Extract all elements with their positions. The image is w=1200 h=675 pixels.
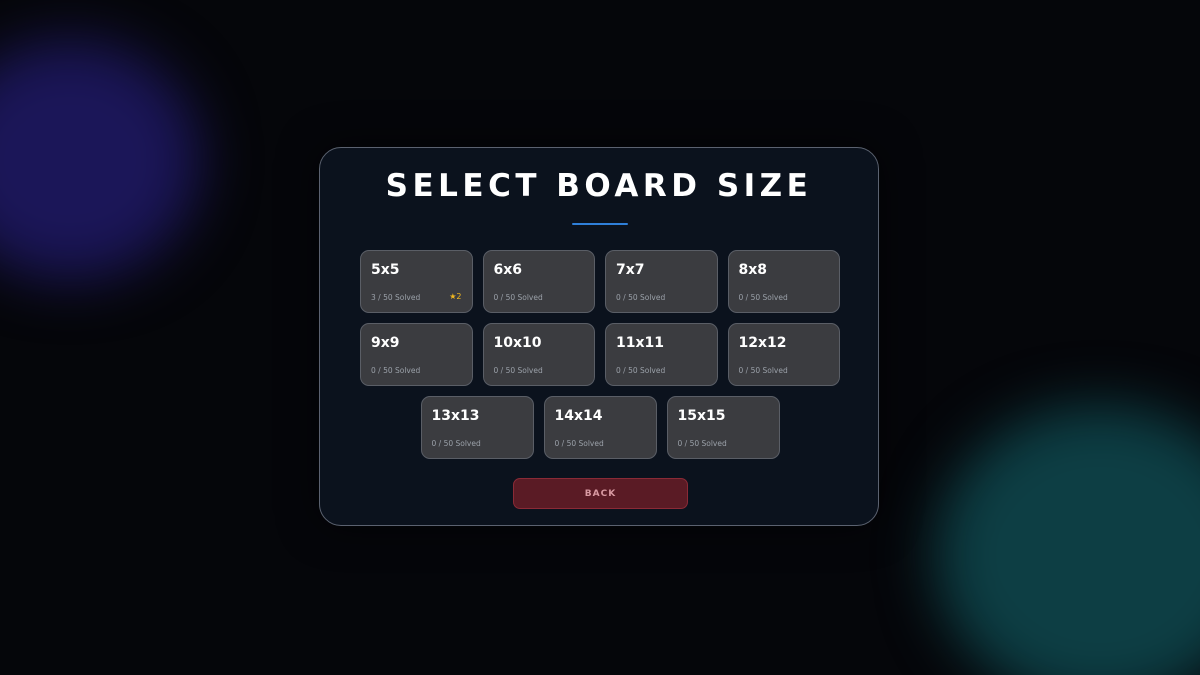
solved-progress: 0 / 50 Solved	[677, 439, 727, 448]
board-size-label: 12x12	[738, 335, 787, 351]
page-title: SELECT BOARD SIZE	[385, 168, 813, 204]
board-size-card-12x12[interactable]: 12x12 0 / 50 Solved	[727, 323, 840, 386]
board-size-label: 6x6	[493, 262, 523, 278]
board-size-row: 13x13 0 / 50 Solved 14x14 0 / 50 Solved 15x1…	[360, 396, 840, 459]
board-size-card-15x15[interactable]: 15x15 0 / 50 Solved	[666, 396, 780, 459]
board-size-row: 5x5 3 / 50 Solved ★2 6x6 0 / 50 Solved 7x7 0 /…	[360, 250, 840, 313]
board-size-label: 9x9	[371, 335, 400, 351]
back-button[interactable]: BACK	[513, 478, 688, 509]
solved-progress: 3 / 50 Solved	[371, 293, 421, 302]
solved-progress: 0 / 50 Solved	[616, 366, 666, 375]
board-size-grid: 5x5 3 / 50 Solved ★2 6x6 0 / 50 Solved 7x7 0 /…	[360, 250, 840, 469]
board-size-panel: SELECT BOARD SIZE 5x5 3 / 50 Solved ★2 6x6 0…	[319, 147, 879, 526]
board-size-card-8x8[interactable]: 8x8 0 / 50 Solved	[727, 250, 840, 313]
background-glow-teal	[935, 405, 1200, 675]
solved-progress: 0 / 50 Solved	[431, 439, 481, 448]
board-size-card-5x5[interactable]: 5x5 3 / 50 Solved ★2	[360, 250, 473, 313]
solved-progress: 0 / 50 Solved	[493, 366, 543, 375]
board-size-card-9x9[interactable]: 9x9 0 / 50 Solved	[360, 323, 473, 386]
board-size-label: 15x15	[677, 408, 726, 424]
board-size-label: 10x10	[493, 335, 542, 351]
solved-progress: 0 / 50 Solved	[554, 439, 604, 448]
board-size-card-14x14[interactable]: 14x14 0 / 50 Solved	[543, 396, 657, 459]
star-count: ★2	[449, 292, 462, 301]
board-size-card-13x13[interactable]: 13x13 0 / 50 Solved	[420, 396, 534, 459]
board-size-label: 5x5	[371, 262, 400, 278]
board-size-label: 7x7	[616, 262, 645, 278]
solved-progress: 0 / 50 Solved	[738, 293, 788, 302]
board-size-card-10x10[interactable]: 10x10 0 / 50 Solved	[482, 323, 595, 386]
game-screen: SELECT BOARD SIZE 5x5 3 / 50 Solved ★2 6x6 0…	[0, 0, 1200, 675]
board-size-row: 9x9 0 / 50 Solved 10x10 0 / 50 Solved 11x11 0…	[360, 323, 840, 386]
board-size-label: 8x8	[738, 262, 768, 278]
title-underline	[572, 223, 628, 225]
board-size-label: 11x11	[616, 335, 664, 351]
board-size-label: 14x14	[554, 408, 603, 424]
board-size-card-6x6[interactable]: 6x6 0 / 50 Solved	[482, 250, 595, 313]
solved-progress: 0 / 50 Solved	[616, 293, 666, 302]
solved-progress: 0 / 50 Solved	[738, 366, 788, 375]
solved-progress: 0 / 50 Solved	[371, 366, 421, 375]
board-size-label: 13x13	[431, 408, 480, 424]
background-glow-purple	[0, 40, 200, 280]
board-size-card-7x7[interactable]: 7x7 0 / 50 Solved	[605, 250, 718, 313]
board-size-card-11x11[interactable]: 11x11 0 / 50 Solved	[605, 323, 718, 386]
solved-progress: 0 / 50 Solved	[493, 293, 543, 302]
